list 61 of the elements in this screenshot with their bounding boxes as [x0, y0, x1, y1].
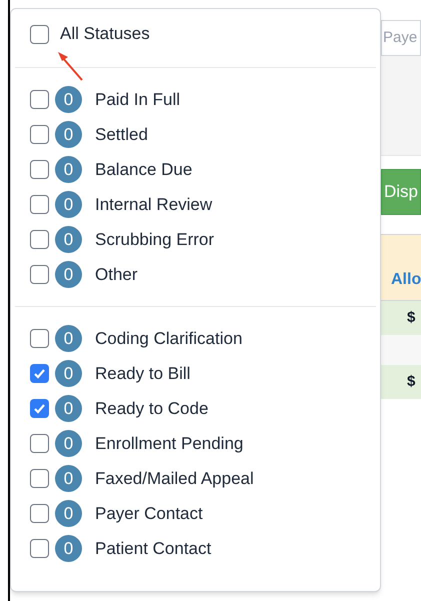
checkbox[interactable] — [30, 195, 49, 214]
checkbox[interactable] — [30, 90, 49, 109]
option-label: Balance Due — [95, 158, 192, 181]
checkbox[interactable] — [30, 265, 49, 284]
checkbox[interactable] — [30, 434, 49, 453]
option-label: Ready to Code — [95, 398, 208, 420]
option-label: Paid In Full — [95, 88, 180, 111]
option-label: Patient Contact — [95, 538, 212, 560]
menu-item[interactable]: 0 Settled — [11, 117, 380, 152]
column-header: Allo — [391, 270, 421, 290]
checkbox[interactable] — [30, 160, 49, 179]
option-label: Coding Clarification — [95, 328, 242, 350]
checkbox[interactable] — [30, 329, 49, 348]
menu-item[interactable]: 0 Coding Clarification — [11, 321, 380, 356]
menu-item[interactable]: 0 Other — [11, 257, 380, 292]
checkbox[interactable] — [30, 364, 49, 383]
checkbox[interactable] — [30, 469, 49, 488]
checkbox[interactable] — [30, 230, 49, 249]
menu-item[interactable]: 0 Faxed/Mailed Appeal — [11, 461, 380, 496]
option-label: Internal Review — [95, 194, 212, 216]
menu-item[interactable]: All Statuses — [11, 9, 380, 59]
menu-item[interactable]: 0 Ready to Code — [11, 391, 380, 426]
option-label: Ready to Bill — [95, 362, 190, 385]
table-cell-text: $ — [407, 372, 416, 392]
count-badge: 0 — [55, 465, 82, 492]
menu-item[interactable]: 0 Patient Contact — [11, 531, 380, 566]
table-cell-text: $ — [407, 308, 416, 328]
check-icon — [33, 402, 46, 415]
count-badge: 0 — [55, 191, 82, 218]
menu-item[interactable]: 0 Ready to Bill — [11, 356, 380, 391]
option-label: All Statuses — [60, 23, 150, 46]
count-badge: 0 — [55, 500, 82, 527]
option-label: Enrollment Pending — [95, 432, 244, 455]
option-label: Scrubbing Error — [95, 228, 214, 251]
checkbox[interactable] — [30, 504, 49, 523]
count-badge: 0 — [55, 395, 82, 422]
count-badge: 0 — [55, 535, 82, 562]
option-label: Other — [95, 264, 138, 286]
count-badge: 0 — [55, 226, 82, 253]
menu-item[interactable]: 0 Balance Due — [11, 152, 380, 187]
menu-item[interactable]: 0 Enrollment Pending — [11, 426, 380, 461]
checkbox[interactable] — [30, 539, 49, 558]
menu-item[interactable]: 0 Paid In Full — [11, 82, 380, 117]
count-badge: 0 — [55, 86, 82, 113]
count-badge: 0 — [55, 360, 82, 387]
option-label: Payer Contact — [95, 502, 203, 525]
count-badge: 0 — [55, 156, 82, 183]
count-badge: 0 — [55, 325, 82, 352]
menu-item[interactable]: 0 Scrubbing Error — [11, 222, 380, 257]
count-badge: 0 — [55, 121, 82, 148]
arrow-icon — [56, 50, 84, 81]
count-badge: 0 — [55, 261, 82, 288]
check-icon — [33, 367, 46, 380]
checkbox[interactable] — [30, 125, 49, 144]
checkbox[interactable] — [30, 24, 49, 44]
menu-item[interactable]: 0 Payer Contact — [11, 496, 380, 531]
option-label: Faxed/Mailed Appeal — [95, 468, 254, 490]
checkbox[interactable] — [30, 399, 49, 418]
count-badge: 0 — [55, 430, 82, 457]
menu-item[interactable]: 0 Internal Review — [11, 187, 380, 222]
option-label: Settled — [95, 124, 148, 146]
